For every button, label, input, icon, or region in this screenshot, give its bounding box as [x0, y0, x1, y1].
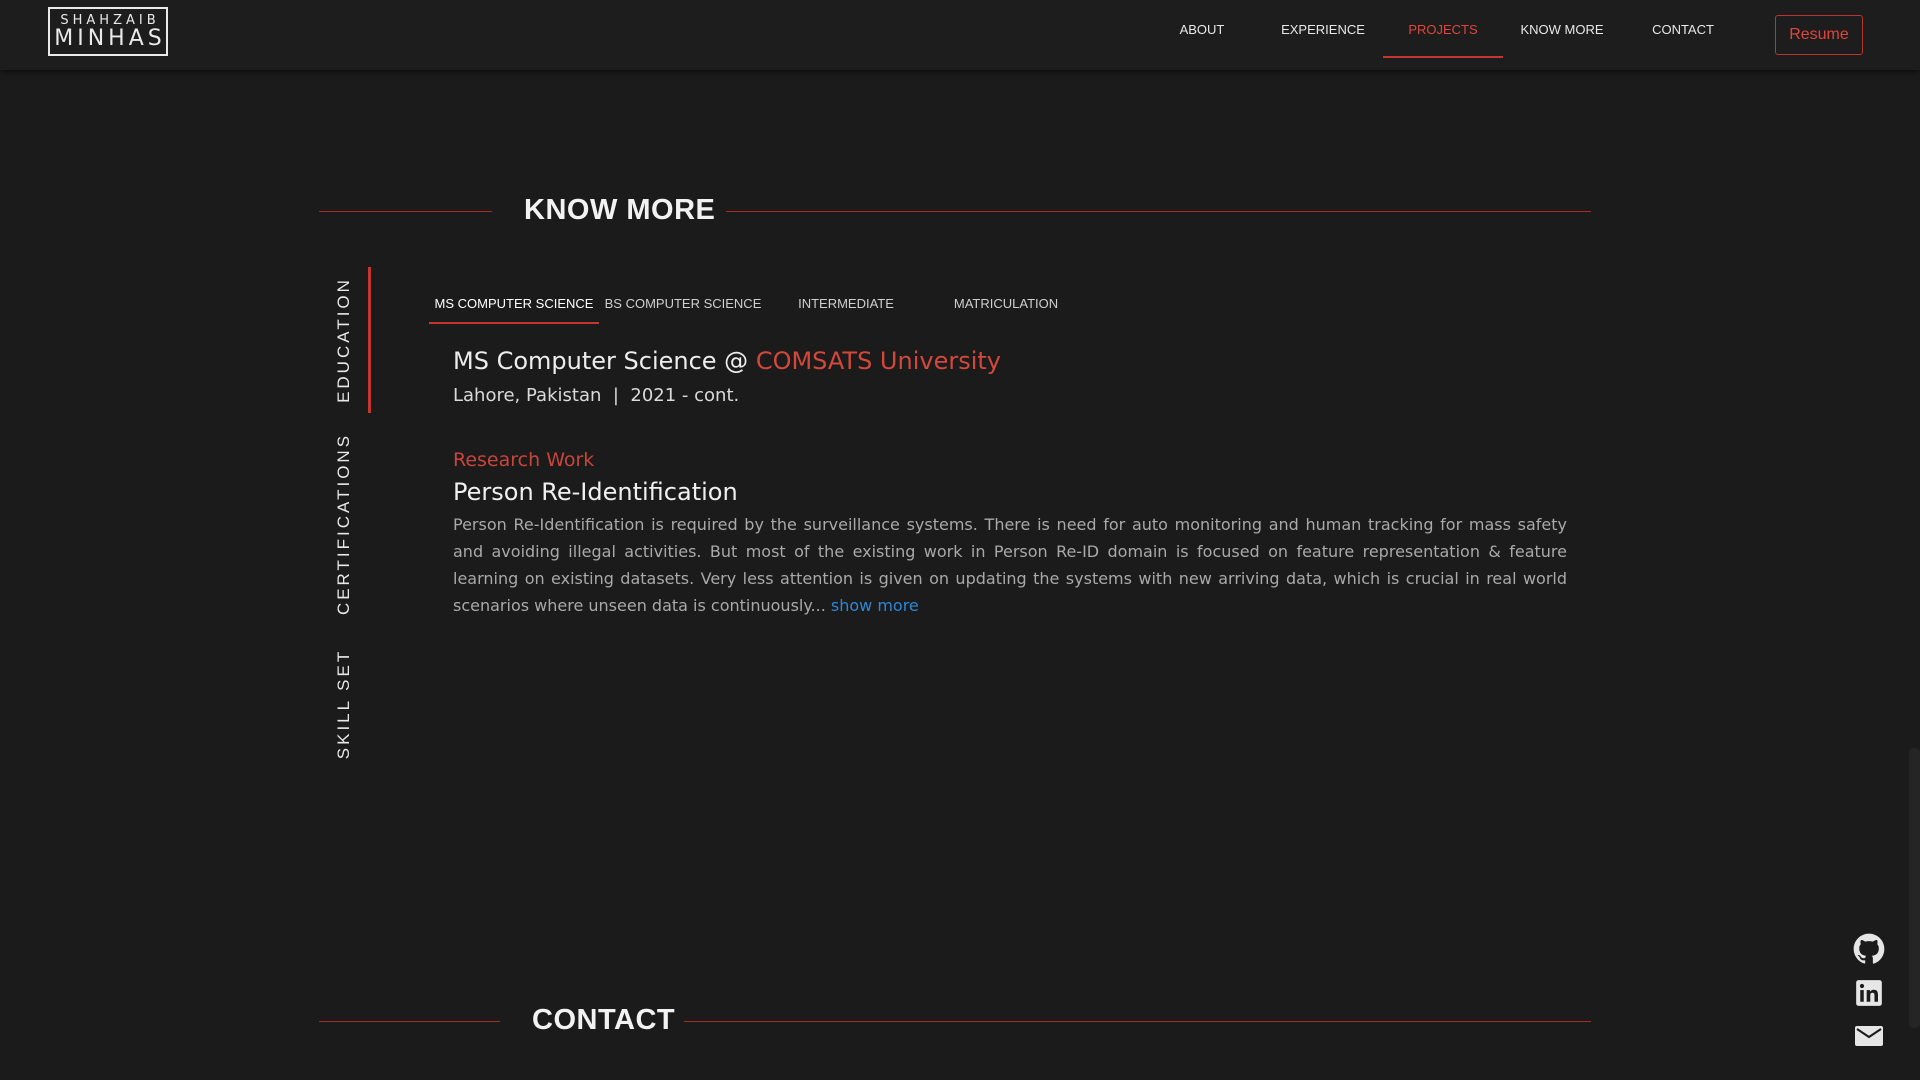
- resume-button[interactable]: Resume: [1775, 15, 1863, 55]
- github-icon[interactable]: [1852, 932, 1886, 966]
- github-icon-glyph: [1853, 933, 1885, 964]
- tab-bs-computer-science[interactable]: BS COMPUTER SCIENCE: [604, 282, 762, 324]
- side-tab-certifications[interactable]: CERTIFICATIONS: [332, 430, 356, 618]
- side-tab-education[interactable]: EDUCATION: [332, 269, 356, 411]
- research-work-label: Research Work: [453, 449, 595, 471]
- page-scrollbar[interactable]: [1909, 748, 1920, 1028]
- top-navbar: SHAHZAIB MINHAS ABOUT EXPERIENCE PROJECT…: [0, 0, 1920, 70]
- logo-line-1: SHAHZAIB: [60, 12, 160, 28]
- research-title: Person Re-Identification: [453, 478, 738, 506]
- degree-meta: Lahore, Pakistan | 2021 - cont.: [453, 385, 739, 406]
- contact-divider-left: [319, 1021, 500, 1022]
- meta-separator: |: [612, 385, 619, 406]
- degree-location: Lahore, Pakistan: [453, 385, 602, 406]
- degree-title: MS Computer Science @ COMSATS University: [453, 347, 1001, 375]
- show-more-link[interactable]: show more: [831, 596, 919, 615]
- site-logo[interactable]: SHAHZAIB MINHAS: [48, 7, 168, 56]
- nav-item-about[interactable]: ABOUT: [1163, 0, 1241, 58]
- logo-line-2: MINHAS: [54, 25, 166, 51]
- know-more-heading: KNOW MORE: [524, 194, 716, 226]
- nav-item-experience[interactable]: EXPERIENCE: [1270, 0, 1376, 58]
- nav-item-projects[interactable]: PROJECTS: [1383, 0, 1503, 58]
- tab-intermediate[interactable]: INTERMEDIATE: [782, 282, 910, 324]
- linkedin-icon-glyph: [1856, 980, 1882, 1006]
- tab-ms-computer-science[interactable]: MS COMPUTER SCIENCE: [429, 282, 599, 324]
- side-tab-skill-set[interactable]: SKILL SET: [332, 645, 356, 763]
- linkedin-icon[interactable]: [1852, 976, 1886, 1010]
- research-description: Person Re-Identification is required by …: [453, 511, 1567, 619]
- side-tab-education-label: EDUCATION: [334, 277, 354, 403]
- side-tab-skill-set-label: SKILL SET: [334, 648, 353, 760]
- side-tab-active-indicator: [368, 267, 371, 413]
- contact-heading: CONTACT: [532, 1004, 676, 1036]
- nav-item-contact[interactable]: CONTACT: [1644, 0, 1722, 58]
- degree-period: 2021 - cont.: [630, 385, 740, 406]
- degree-name: MS Computer Science @: [453, 347, 756, 375]
- nav-item-know-more[interactable]: KNOW MORE: [1516, 0, 1608, 58]
- research-description-text: Person Re-Identification is required by …: [453, 515, 1567, 615]
- tab-matriculation[interactable]: MATRICULATION: [940, 282, 1072, 324]
- side-tab-certifications-label: CERTIFICATIONS: [334, 432, 354, 616]
- mail-icon-glyph: [1855, 1026, 1883, 1046]
- university-link[interactable]: COMSATS University: [756, 347, 1001, 375]
- mail-icon[interactable]: [1852, 1019, 1886, 1053]
- heading-divider-left: [319, 211, 492, 212]
- heading-divider-right: [726, 211, 1591, 212]
- contact-divider-right: [684, 1021, 1591, 1022]
